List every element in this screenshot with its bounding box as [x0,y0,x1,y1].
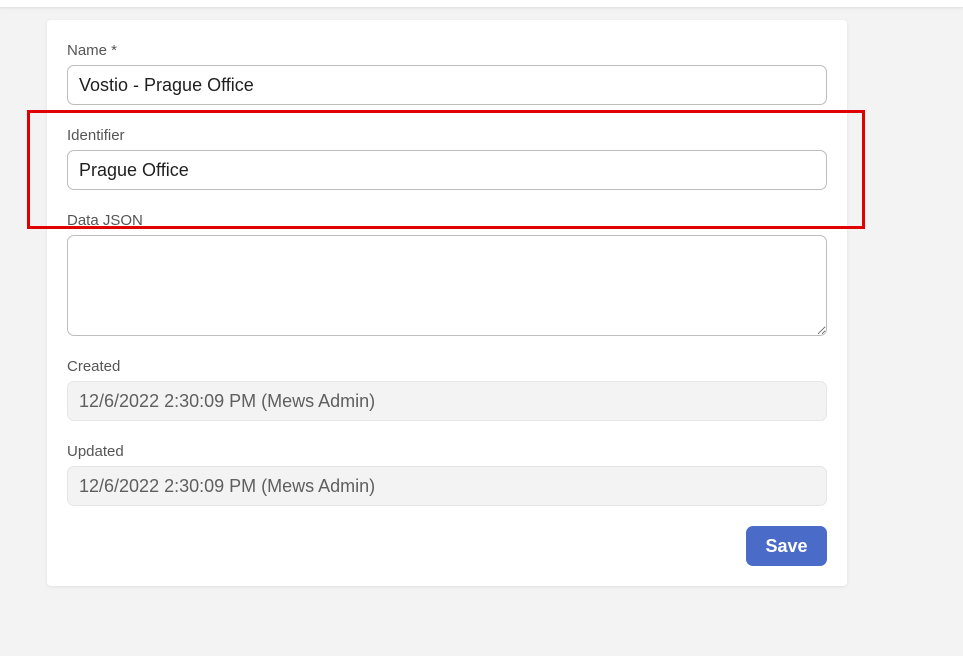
identifier-input[interactable] [67,150,827,190]
top-bar [0,0,963,7]
edit-form-card: Name * Identifier Data JSON Created Upda… [47,20,847,586]
name-input[interactable] [67,65,827,105]
updated-field [67,466,827,506]
data-json-textarea[interactable] [67,235,827,336]
updated-label: Updated [67,443,124,460]
name-label: Name * [67,42,118,59]
identifier-label: Identifier [67,127,125,144]
data-json-label: Data JSON [67,212,143,229]
save-button[interactable]: Save [746,526,827,566]
created-label: Created [67,358,121,375]
created-field [67,381,827,421]
